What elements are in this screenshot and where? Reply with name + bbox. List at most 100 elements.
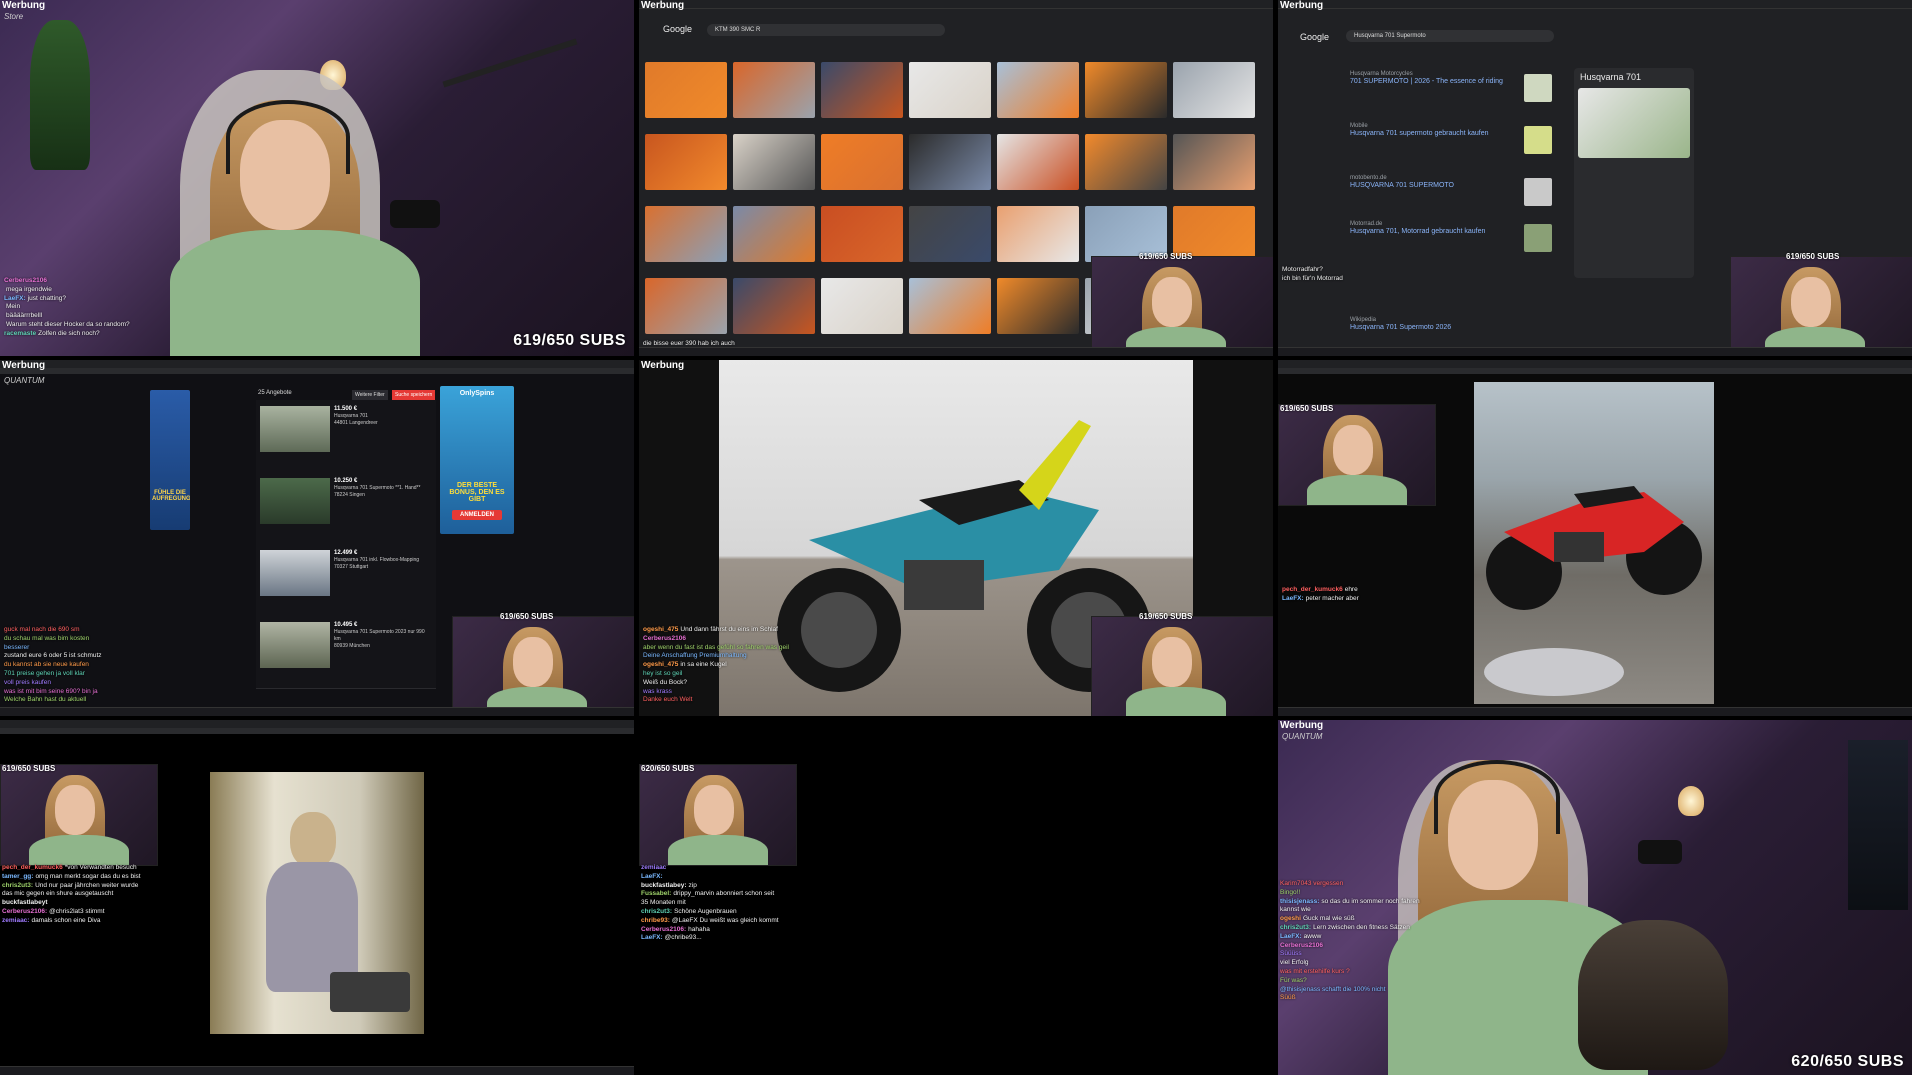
result-site: Husqvarna Motorcycles — [1350, 71, 1413, 77]
chat-line: buckfastlabeyt — [2, 899, 48, 907]
browser-addressbar[interactable] — [1278, 368, 1912, 374]
result-thumbnail[interactable] — [1524, 126, 1552, 154]
image-result-thumbnail[interactable] — [1173, 62, 1255, 118]
image-result-thumbnail[interactable] — [733, 134, 815, 190]
image-result-thumbnail[interactable] — [997, 278, 1079, 334]
search-input[interactable]: KTM 390 SMC R — [707, 24, 945, 36]
image-result-thumbnail[interactable] — [645, 134, 727, 190]
taskbar[interactable] — [0, 707, 634, 716]
taskbar[interactable] — [1278, 707, 1912, 716]
chat-line: zemiaac: damals schon eine Diva — [2, 916, 101, 924]
child-head — [290, 812, 336, 868]
listing-price: 10.495 € — [334, 622, 358, 628]
image-result-thumbnail[interactable] — [997, 134, 1079, 190]
listing-title[interactable]: Husqvarna 701 — [334, 413, 432, 420]
listing-image[interactable] — [260, 478, 330, 524]
google-logo[interactable]: Google — [663, 24, 692, 34]
result-thumbnail[interactable] — [1524, 224, 1552, 252]
image-result-thumbnail[interactable] — [733, 62, 815, 118]
image-result-thumbnail[interactable] — [909, 134, 991, 190]
result-3[interactable]: motobento.de HUSQVARNA 701 SUPERMOTO — [1350, 174, 1520, 190]
webcam-overlay — [1278, 404, 1436, 506]
mic-arm — [442, 38, 578, 88]
listing-title[interactable]: Husqvarna 701 Supermoto **1. Hand** — [334, 485, 432, 492]
browser-tabbar[interactable] — [1278, 0, 1912, 9]
image-result-thumbnail[interactable] — [645, 62, 727, 118]
right-banner-ad[interactable]: OnlySpins DER BESTE BONUS, DEN ES GIBT A… — [440, 386, 514, 534]
ad-headline: FÜHLE DIE AUFREGUNG — [152, 490, 190, 502]
face — [1152, 277, 1192, 327]
browser-addressbar[interactable] — [0, 368, 634, 374]
result-title[interactable]: Husqvarna 701 supermoto gebraucht kaufen — [1350, 130, 1520, 138]
sponsor-label: Store — [4, 12, 24, 21]
image-result-thumbnail[interactable] — [821, 206, 903, 262]
chat-line: racemaste Zolfen die sich noch? — [4, 329, 100, 337]
image-result-thumbnail[interactable] — [1085, 62, 1167, 118]
left-banner-ad[interactable]: FÜHLE DIE AUFREGUNG — [150, 390, 190, 530]
shirt — [29, 835, 129, 865]
image-result-thumbnail[interactable] — [909, 206, 991, 262]
listing-item[interactable]: 10.495 € Husqvarna 701 Supermoto 2023 nur… — [256, 616, 436, 689]
listing-title[interactable]: Husqvarna 701 Supermoto 2023 nur 990 km — [334, 629, 432, 643]
ad-label: Werbung — [2, 0, 46, 11]
result-title[interactable]: Husqvarna 701 Supermoto 2026 — [1350, 324, 1520, 332]
image-result-thumbnail[interactable] — [821, 278, 903, 334]
chat-line: zemiaac — [641, 864, 667, 871]
ad-label: Werbung — [1280, 720, 1324, 731]
listing-title[interactable]: Husqvarna 701 inkl. Flowbox-Mapping — [334, 557, 432, 564]
result-2[interactable]: Mobile Husqvarna 701 supermoto gebraucht… — [1350, 122, 1520, 138]
chat-line: mega irgendwie — [6, 285, 52, 293]
result-thumbnail[interactable] — [1524, 74, 1552, 102]
listing-image[interactable] — [260, 406, 330, 452]
ad-signup-button[interactable]: ANMELDEN — [452, 510, 502, 520]
chat-line: Mein — [6, 303, 21, 311]
listing-image[interactable] — [260, 622, 330, 668]
image-result-thumbnail[interactable] — [733, 206, 815, 262]
cat — [1578, 920, 1728, 1070]
image-result-thumbnail[interactable] — [909, 278, 991, 334]
chat-line: pech_der_kumuck6 *von Verwandten besuch — [2, 864, 137, 871]
result-1[interactable]: Husqvarna Motorcycles 701 SUPERMOTO | 20… — [1350, 70, 1520, 86]
chat-line: du kannst ab sie neue kaufen — [4, 661, 89, 669]
image-result-thumbnail[interactable] — [997, 206, 1079, 262]
result-4[interactable]: Motorrad.de Husqvarna 701, Motorrad gebr… — [1350, 220, 1520, 236]
taskbar[interactable] — [0, 1066, 634, 1075]
result-title[interactable]: Husqvarna 701, Motorrad gebraucht kaufen — [1350, 228, 1520, 236]
childhood-photo[interactable] — [210, 772, 424, 1034]
google-logo[interactable]: Google — [1300, 32, 1329, 42]
image-result-thumbnail[interactable] — [909, 62, 991, 118]
more-filters-button[interactable]: Weitere Filter — [352, 390, 388, 400]
result-5[interactable]: Wikipedia Husqvarna 701 Supermoto 2026 — [1350, 316, 1520, 332]
browser-tabbar[interactable] — [639, 0, 1273, 9]
results-count: 25 Angebote — [258, 390, 292, 396]
chat-line: Süüß — [1280, 994, 1296, 1002]
chat-line: 701 preise gehen ja voll klar — [4, 669, 85, 677]
save-search-button[interactable]: Suche speichern — [392, 390, 436, 400]
image-result-thumbnail[interactable] — [1085, 134, 1167, 190]
listing-image[interactable] — [260, 550, 330, 596]
stream-panel-9: Werbung QUANTUM Karim7043 vergessen Bing… — [1278, 720, 1912, 1075]
subs-counter: 619/650 SUBS — [2, 764, 56, 773]
taskbar[interactable] — [1278, 347, 1912, 356]
motorcycle-photo[interactable] — [1474, 382, 1714, 704]
image-result-thumbnail[interactable] — [997, 62, 1079, 118]
image-result-thumbnail[interactable] — [1173, 134, 1255, 190]
knowledge-panel-image[interactable] — [1578, 88, 1690, 158]
search-input[interactable]: Husqvarna 701 Supermoto — [1346, 30, 1554, 42]
browser-addressbar[interactable] — [0, 728, 634, 734]
listing-item[interactable]: 12.499 € Husqvarna 701 inkl. Flowbox-Mapp… — [256, 544, 436, 617]
image-result-thumbnail[interactable] — [645, 278, 727, 334]
image-result-thumbnail[interactable] — [821, 134, 903, 190]
result-thumbnail[interactable] — [1524, 178, 1552, 206]
image-result-thumbnail[interactable] — [821, 62, 903, 118]
subs-counter: 620/650 SUBS — [641, 764, 695, 773]
listing-item[interactable]: 11.500 € Husqvarna 701 44801 Langendreer — [256, 400, 436, 473]
taskbar[interactable] — [639, 347, 1273, 356]
listing-item[interactable]: 10.250 € Husqvarna 701 Supermoto **1. Han… — [256, 472, 436, 545]
result-title[interactable]: 701 SUPERMOTO | 2026 - The essence of ri… — [1350, 78, 1520, 86]
chat-line: Cerberus2106 — [1280, 941, 1323, 949]
result-title[interactable]: HUSQVARNA 701 SUPERMOTO — [1350, 182, 1520, 190]
image-result-thumbnail[interactable] — [733, 278, 815, 334]
knowledge-panel: Husqvarna 701 — [1574, 68, 1694, 278]
image-result-thumbnail[interactable] — [645, 206, 727, 262]
